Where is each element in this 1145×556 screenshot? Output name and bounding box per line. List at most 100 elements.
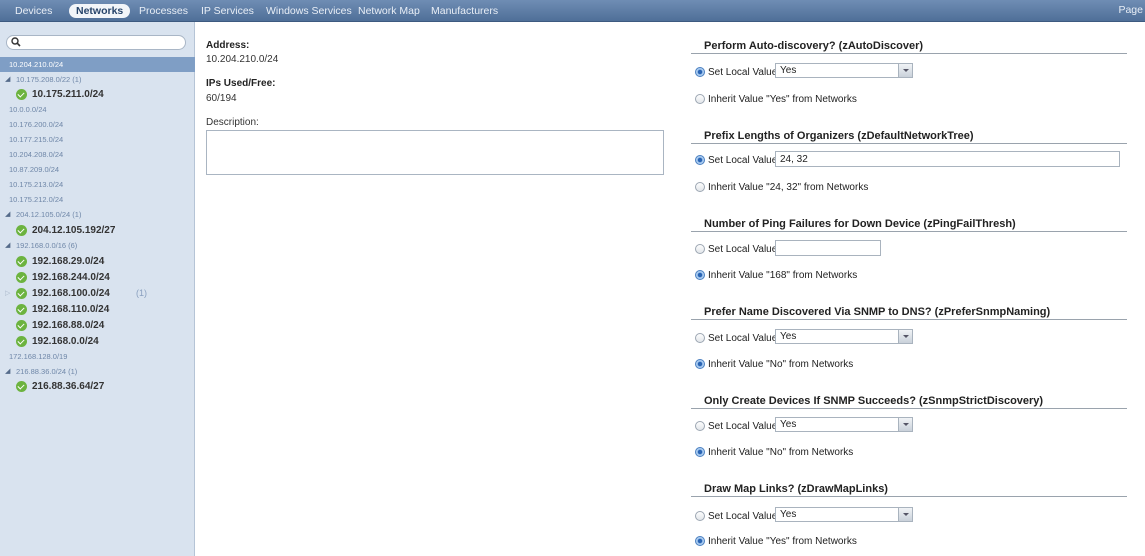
- status-ok-icon: [16, 225, 27, 236]
- value-select[interactable]: Yes: [775, 329, 913, 344]
- tree-item[interactable]: ◢ 192.168.0.0/16 (6): [0, 238, 195, 253]
- top-nav: Devices Networks Processes IP Services W…: [0, 0, 1145, 22]
- tree-item[interactable]: 192.168.0.0/24: [0, 334, 195, 349]
- inherit-radio[interactable]: [695, 270, 705, 280]
- property-title: Perform Auto-discovery? (zAutoDiscover): [704, 40, 924, 52]
- tab-processes[interactable]: Processes: [139, 4, 188, 18]
- tree-item-label: 192.168.110.0/24: [32, 304, 110, 315]
- value-select[interactable]: Yes: [775, 507, 913, 522]
- tree-item-label: 192.168.100.0/24: [32, 288, 110, 299]
- property-title: Only Create Devices If SNMP Succeeds? (z…: [704, 395, 1044, 407]
- expand-arrow-icon[interactable]: ◢: [5, 72, 10, 87]
- tree-item-label: 216.88.36.0/24 (1): [16, 367, 78, 376]
- set-local-radio[interactable]: [695, 511, 705, 521]
- tree-item-label: 10.204.208.0/24: [9, 150, 64, 159]
- tab-devices[interactable]: Devices: [15, 4, 52, 18]
- set-local-label: Set Local Value:: [708, 421, 781, 432]
- address-value: 10.204.210.0/24: [206, 54, 279, 65]
- tree-item[interactable]: 10.177.215.0/24: [0, 132, 195, 147]
- tree-item-label: 204.12.105.192/27: [32, 225, 116, 236]
- inherit-radio[interactable]: [695, 447, 705, 457]
- tree-item[interactable]: 192.168.110.0/24: [0, 302, 195, 317]
- inherit-label: Inherit Value "Yes" from Networks: [708, 94, 857, 105]
- tree-item[interactable]: ◢ 204.12.105.0/24 (1): [0, 207, 195, 222]
- tree-item-label: 10.0.0.0/24: [9, 105, 47, 114]
- collapse-arrow-icon[interactable]: ▷: [5, 286, 10, 301]
- tree-item-label: 10.175.213.0/24: [9, 180, 64, 189]
- inherit-radio[interactable]: [695, 536, 705, 546]
- property-title: Prefer Name Discovered Via SNMP to DNS? …: [704, 306, 1051, 318]
- set-local-label: Set Local Value:: [708, 67, 781, 78]
- tree-item[interactable]: 192.168.244.0/24: [0, 270, 195, 285]
- description-field[interactable]: [206, 130, 664, 175]
- section-divider: [691, 231, 1127, 232]
- set-local-radio[interactable]: [695, 244, 705, 254]
- network-tree-sidebar: 10.204.210.0/24 ◢ 10.175.208.0/22 (1) 10…: [0, 22, 195, 556]
- tree-item-count: (1): [136, 288, 147, 298]
- section-divider: [691, 408, 1127, 409]
- inherit-radio[interactable]: [695, 359, 705, 369]
- expand-arrow-icon[interactable]: ◢: [5, 238, 10, 253]
- tree-item-label: 192.168.29.0/24: [32, 256, 105, 267]
- chevron-down-icon[interactable]: [898, 418, 912, 431]
- tree-item-label: 204.12.105.0/24 (1): [16, 210, 82, 219]
- value-select[interactable]: Yes: [775, 63, 913, 78]
- set-local-label: Set Local Value:: [708, 155, 781, 166]
- tree-item[interactable]: 192.168.88.0/24: [0, 318, 195, 333]
- tree-item[interactable]: 10.87.209.0/24: [0, 162, 195, 177]
- property-title: Draw Map Links? (zDrawMapLinks): [704, 483, 888, 495]
- tree-item[interactable]: 172.168.128.0/19: [0, 349, 195, 364]
- tab-ip-services[interactable]: IP Services: [201, 4, 254, 18]
- status-ok-icon: [16, 320, 27, 331]
- tree-item[interactable]: 216.88.36.64/27: [0, 379, 195, 394]
- inherit-radio[interactable]: [695, 182, 705, 192]
- tree-item-label: 10.176.200.0/24: [9, 120, 64, 129]
- tab-windows-services[interactable]: Windows Services: [266, 4, 352, 18]
- ips-label: IPs Used/Free:: [206, 78, 276, 89]
- chevron-down-icon[interactable]: [898, 64, 912, 77]
- set-local-radio[interactable]: [695, 67, 705, 77]
- tree-item[interactable]: ▷ 192.168.100.0/24 (1): [0, 286, 195, 301]
- tree-item-label: 10.177.215.0/24: [9, 135, 64, 144]
- tree-item[interactable]: 10.175.212.0/24: [0, 192, 195, 207]
- select-value: Yes: [780, 419, 797, 430]
- tree-item-label: 192.168.88.0/24: [32, 320, 105, 331]
- tree-item[interactable]: 10.175.213.0/24: [0, 177, 195, 192]
- value-text-field[interactable]: 24, 32: [775, 151, 1120, 167]
- tree-item[interactable]: 10.204.208.0/24: [0, 147, 195, 162]
- tree-item[interactable]: 10.176.200.0/24: [0, 117, 195, 132]
- address-label: Address:: [206, 40, 250, 51]
- ips-value: 60/194: [206, 93, 237, 104]
- tree-item-label: 192.168.0.0/24: [32, 336, 99, 347]
- tree-item-label: 216.88.36.64/27: [32, 381, 105, 392]
- tree-item[interactable]: 10.175.211.0/24: [0, 87, 195, 102]
- status-ok-icon: [16, 89, 27, 100]
- status-ok-icon: [16, 256, 27, 267]
- tree-item[interactable]: 204.12.105.192/27: [0, 223, 195, 238]
- chevron-down-icon[interactable]: [898, 330, 912, 343]
- chevron-down-icon[interactable]: [898, 508, 912, 521]
- tree-item[interactable]: 10.204.210.0/24: [0, 57, 195, 72]
- page-menu-link[interactable]: Page: [1118, 4, 1143, 16]
- tab-manufacturers[interactable]: Manufacturers: [431, 4, 498, 18]
- set-local-radio[interactable]: [695, 333, 705, 343]
- value-text-field[interactable]: [775, 240, 881, 256]
- select-value: Yes: [780, 331, 797, 342]
- expand-arrow-icon[interactable]: ◢: [5, 207, 10, 222]
- inherit-radio[interactable]: [695, 94, 705, 104]
- expand-arrow-icon[interactable]: ◢: [5, 364, 10, 379]
- tree-item[interactable]: 192.168.29.0/24: [0, 254, 195, 269]
- tree-search-input[interactable]: [6, 35, 186, 50]
- tree-item[interactable]: 10.0.0.0/24: [0, 102, 195, 117]
- value-select[interactable]: Yes: [775, 417, 913, 432]
- tree-item[interactable]: ◢ 10.175.208.0/22 (1): [0, 72, 195, 87]
- tree-item-label: 10.87.209.0/24: [9, 165, 60, 174]
- tree-item-label: 10.204.210.0/24: [9, 60, 64, 69]
- set-local-label: Set Local Value:: [708, 333, 781, 344]
- set-local-radio[interactable]: [695, 421, 705, 431]
- tree-item[interactable]: ◢ 216.88.36.0/24 (1): [0, 364, 195, 379]
- set-local-radio[interactable]: [695, 155, 705, 165]
- tab-networks[interactable]: Networks: [69, 4, 131, 18]
- select-value: Yes: [780, 65, 797, 76]
- tab-network-map[interactable]: Network Map: [358, 4, 420, 18]
